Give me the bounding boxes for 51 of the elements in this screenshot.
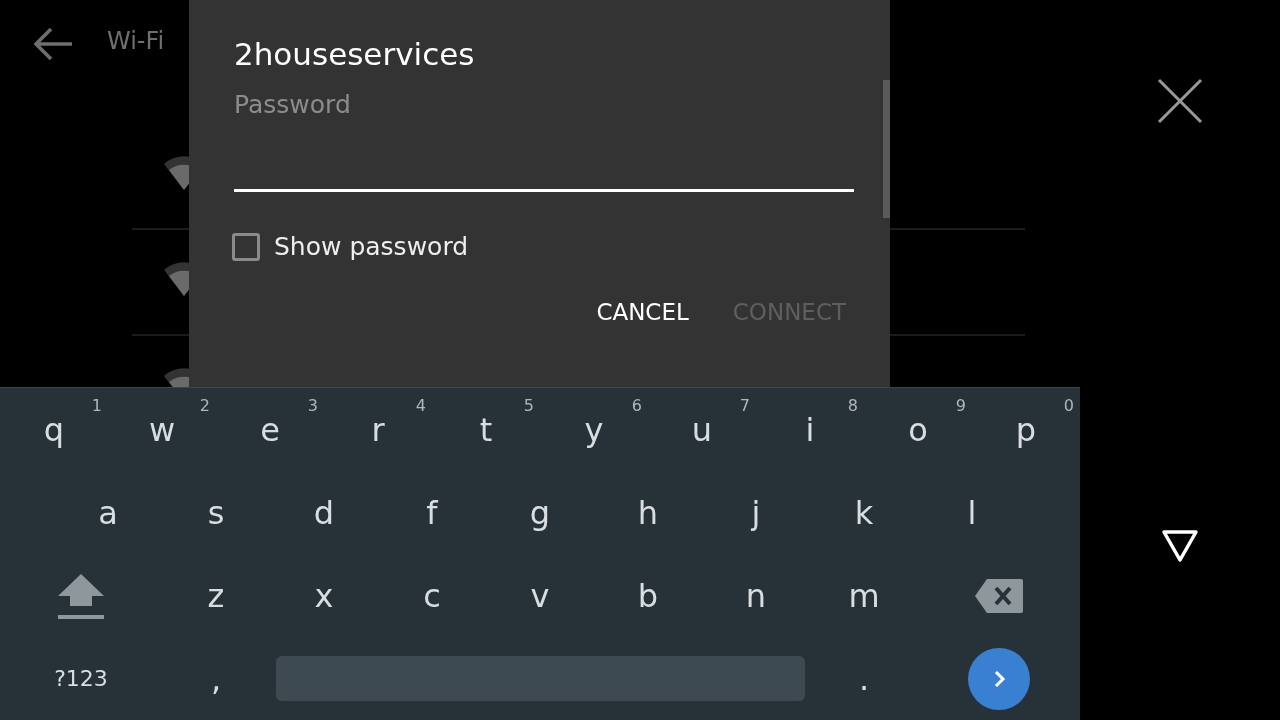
close-icon[interactable] xyxy=(1157,78,1203,124)
letter-key[interactable]: u 7 xyxy=(648,388,756,471)
key-hint: 6 xyxy=(631,396,642,415)
letter-key[interactable]: , xyxy=(162,637,270,720)
key-hint: 0 xyxy=(1063,396,1074,415)
letter-key[interactable]: x xyxy=(270,554,378,637)
back-arrow-icon[interactable] xyxy=(33,27,73,61)
scrollbar[interactable] xyxy=(883,80,890,218)
letter-key[interactable]: g xyxy=(486,471,594,554)
letter-key[interactable]: v xyxy=(486,554,594,637)
letter-key[interactable]: d xyxy=(270,471,378,554)
letter-key[interactable]: w 2 xyxy=(108,388,216,471)
key-hint: 4 xyxy=(415,396,426,415)
letter-key[interactable]: b xyxy=(594,554,702,637)
letter-key[interactable]: j xyxy=(702,471,810,554)
letter-key[interactable]: t 5 xyxy=(432,388,540,471)
key-hint: 7 xyxy=(739,396,750,415)
screen-title: Wi-Fi xyxy=(107,27,165,55)
letter-key[interactable]: n xyxy=(702,554,810,637)
letter-key[interactable]: k xyxy=(810,471,918,554)
key-hint: 2 xyxy=(199,396,210,415)
letter-key[interactable]: c xyxy=(378,554,486,637)
key-hint: 9 xyxy=(955,396,966,415)
key-hint: 8 xyxy=(847,396,858,415)
letter-key[interactable]: o 9 xyxy=(864,388,972,471)
backspace-icon[interactable] xyxy=(975,578,1023,613)
network-name: 2houseservices xyxy=(234,36,476,72)
key-hint: 1 xyxy=(91,396,102,415)
letter-key[interactable]: q 1 xyxy=(0,388,108,471)
letter-key[interactable]: f xyxy=(378,471,486,554)
key-hint: 5 xyxy=(523,396,534,415)
letter-key[interactable]: h xyxy=(594,471,702,554)
letter-key[interactable]: z xyxy=(162,554,270,637)
checkbox[interactable] xyxy=(232,232,260,261)
letter-key[interactable]: e 3 xyxy=(216,388,324,471)
key-hint: 3 xyxy=(307,396,318,415)
letter-key[interactable]: p 0 xyxy=(972,388,1080,471)
shift-icon[interactable] xyxy=(56,571,106,620)
letter-key[interactable]: m xyxy=(810,554,918,637)
letter-key[interactable]: a xyxy=(54,471,162,554)
letter-key[interactable]: l xyxy=(918,471,1026,554)
letter-key[interactable]: . xyxy=(810,637,918,720)
dialog-button[interactable]: CANCEL xyxy=(596,299,689,325)
symbols-key[interactable]: ?123 xyxy=(0,637,162,720)
letter-key[interactable]: s xyxy=(162,471,270,554)
letter-key[interactable]: y 6 xyxy=(540,388,648,471)
letter-key[interactable]: r 4 xyxy=(324,388,432,471)
password-label: Password xyxy=(234,90,352,119)
checkbox-label[interactable]: Show password xyxy=(274,232,469,261)
triangle-icon[interactable] xyxy=(1161,529,1199,563)
letter-key[interactable]: i 8 xyxy=(756,388,864,471)
